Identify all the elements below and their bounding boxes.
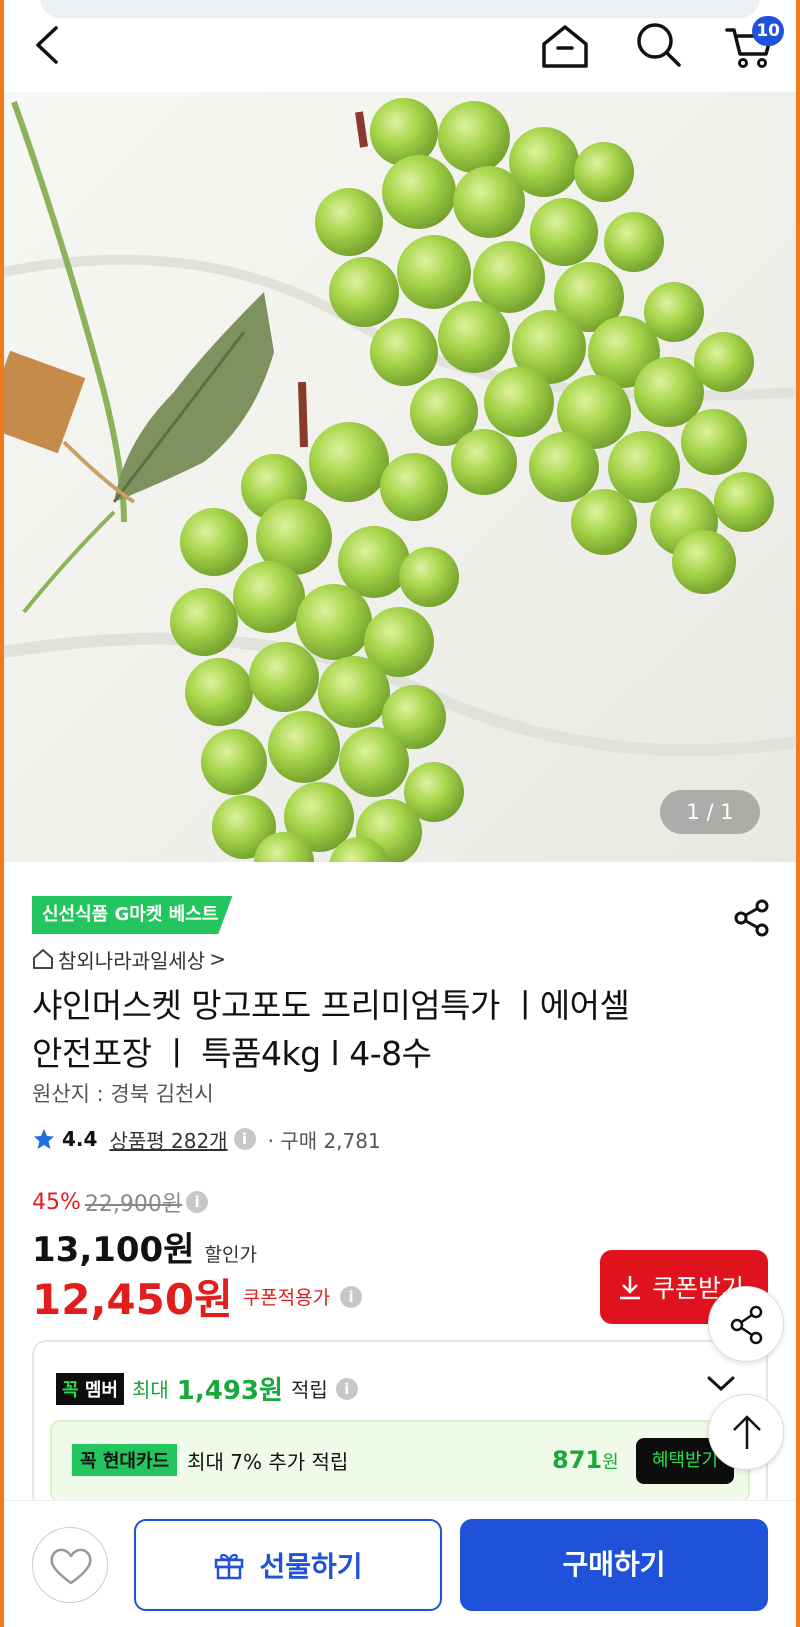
card-benefit-info: 꼭 현대카드 최대 7% 추가 적립 xyxy=(72,1444,348,1476)
original-price: 22,900원 xyxy=(84,1192,183,1217)
gift-button-label: 선물하기 xyxy=(259,1550,363,1583)
frame-right-edge xyxy=(796,0,800,1627)
sale-price-row: 13,100원 할인가 xyxy=(32,1222,257,1271)
back-icon xyxy=(36,26,58,64)
back-button[interactable] xyxy=(28,22,68,68)
card-tag: 꼭 현대카드 xyxy=(72,1444,178,1476)
card-amount-unit: 원 xyxy=(602,1452,619,1473)
home-icon xyxy=(542,25,588,68)
bottom-action-bar: 선물하기 구매하기 xyxy=(0,1500,800,1627)
search-icon xyxy=(637,23,681,67)
arrow-up-icon xyxy=(733,1415,761,1449)
gift-icon xyxy=(215,1553,244,1580)
member-amount: 1,493원 xyxy=(176,1376,283,1406)
member-max-label: 최대 xyxy=(131,1378,169,1402)
rating-score: 4.4 xyxy=(62,1127,98,1151)
origin-text: 원산지 : 경북 김천시 xyxy=(32,1082,214,1106)
product-image-carousel[interactable]: 1 / 1 xyxy=(4,92,796,862)
star-icon xyxy=(34,1129,54,1149)
discount-percent: 45% xyxy=(32,1189,81,1215)
member-suffix: 적립 xyxy=(290,1378,328,1402)
info-icon[interactable]: i xyxy=(186,1191,209,1213)
info-icon[interactable]: i xyxy=(340,1285,363,1308)
cart-count-badge: 10 xyxy=(752,16,784,46)
card-tag-prefix: 꼭 xyxy=(80,1451,97,1472)
share-icon xyxy=(734,899,769,937)
seller-name: 참외나라과일세상 xyxy=(58,948,206,973)
discount-row: 45% 22,900원 i xyxy=(32,1186,209,1218)
seller-link[interactable]: 참외나라과일세상 > xyxy=(32,944,226,974)
heart-icon xyxy=(50,1548,92,1585)
top-bar: 10 xyxy=(0,0,800,92)
card-tag-label: 현대카드 xyxy=(102,1451,170,1472)
search-button[interactable] xyxy=(634,20,684,70)
chevron-right-icon: > xyxy=(209,947,226,971)
member-benefit-row[interactable]: 꼭 멤버 최대 1,493원 적립 i xyxy=(56,1370,358,1407)
product-photo xyxy=(4,92,796,862)
frame-left-edge xyxy=(0,0,4,1627)
gift-button[interactable]: 선물하기 xyxy=(134,1519,442,1611)
reviews-link[interactable]: 상품평 282개 xyxy=(109,1125,227,1154)
expand-button[interactable] xyxy=(706,1372,736,1396)
download-icon xyxy=(620,1276,640,1300)
member-tag: 꼭 멤버 xyxy=(56,1372,124,1405)
share-icon xyxy=(730,1305,763,1345)
rating-row: 4.4 상품평 282개 i · 구매 2,781 xyxy=(32,1122,381,1156)
cart-button[interactable]: 10 xyxy=(724,16,784,72)
card-benefit-text: 최대 7% 추가 적립 xyxy=(187,1449,349,1474)
purchase-count: · 구매 2,781 xyxy=(267,1128,381,1153)
coupon-price: 12,450원 xyxy=(32,1275,233,1324)
product-title-line: 안전포장 ㅣ 특품4kg l 4-8수 xyxy=(32,1034,432,1073)
benefit-box: 꼭 멤버 최대 1,493원 적립 i 꼭 현대카드 최대 7% 추가 적립 8… xyxy=(32,1340,768,1510)
card-amount: 871원 xyxy=(552,1446,619,1474)
floating-share-button[interactable] xyxy=(708,1286,784,1362)
product-title: 샤인머스켓 망고포도 프리미엄특가 ㅣ에어셀 안전포장 ㅣ 특품4kg l 4-… xyxy=(32,982,752,1078)
image-counter: 1 / 1 xyxy=(660,790,760,834)
buy-button[interactable]: 구매하기 xyxy=(460,1519,768,1611)
coupon-price-label: 쿠폰적용가 xyxy=(242,1287,331,1309)
member-tag-prefix: 꼭 xyxy=(62,1379,79,1401)
fresh-best-badge: 신선식품 G마켓 베스트 xyxy=(32,896,233,934)
address-bar[interactable] xyxy=(40,0,760,18)
sale-price: 13,100원 xyxy=(32,1230,195,1270)
chevron-down-icon xyxy=(707,1376,735,1392)
info-icon[interactable]: i xyxy=(335,1377,358,1400)
product-title-line: 샤인머스켓 망고포도 프리미엄특가 ㅣ에어셀 xyxy=(32,986,630,1025)
member-tag-label: 멤버 xyxy=(84,1379,118,1401)
scroll-to-top-button[interactable] xyxy=(708,1394,784,1470)
coupon-price-row: 12,450원 쿠폰적용가 i xyxy=(32,1266,363,1327)
card-amount-value: 871 xyxy=(552,1446,603,1474)
home-button[interactable] xyxy=(540,22,590,72)
store-icon xyxy=(33,949,53,969)
sale-price-label: 할인가 xyxy=(204,1244,257,1266)
share-button[interactable] xyxy=(730,896,774,940)
info-icon[interactable]: i xyxy=(233,1128,256,1150)
card-benefit-row: 꼭 현대카드 최대 7% 추가 적립 871원 혜택받기 xyxy=(50,1420,750,1502)
wishlist-button[interactable] xyxy=(32,1527,108,1603)
